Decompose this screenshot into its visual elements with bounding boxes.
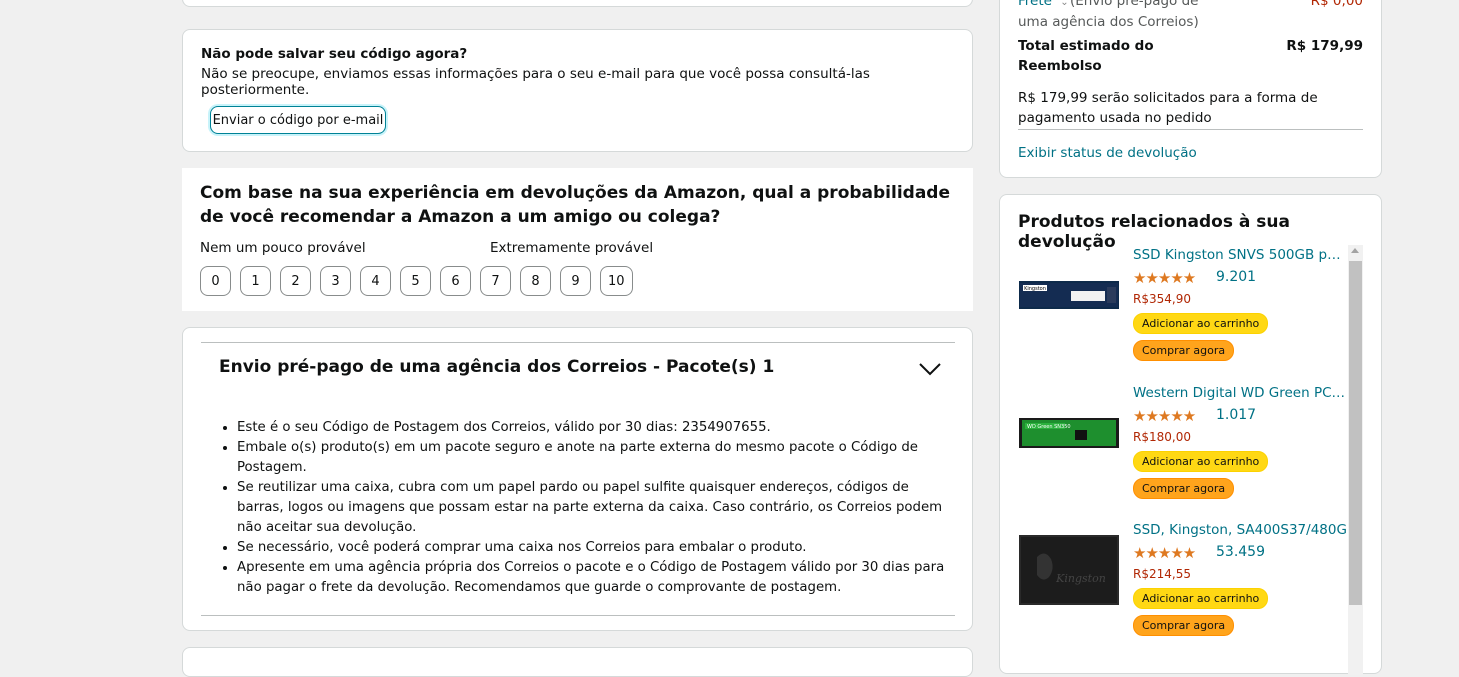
star-rating-icon: ★★★★★ bbox=[1133, 269, 1196, 287]
return-status-link[interactable]: Exibir status de devolução bbox=[1018, 145, 1197, 161]
previous-card bbox=[182, 0, 973, 7]
related-title: Produtos relacionados à sua devolução bbox=[1018, 212, 1290, 252]
refund-summary-card: Frete ⌄ (Envio pré-pago de uma agência d… bbox=[999, 0, 1382, 178]
instruction-item: Se necessário, você poderá comprar uma c… bbox=[237, 538, 957, 558]
refund-note-2: pagamento usada no pedido bbox=[1018, 110, 1212, 126]
score-6[interactable]: 6 bbox=[440, 266, 471, 296]
scrollbar-thumb[interactable] bbox=[1349, 261, 1362, 605]
score-3[interactable]: 3 bbox=[320, 266, 351, 296]
info-chevron-icon: ⌄ bbox=[1060, 0, 1069, 8]
score-9[interactable]: 9 bbox=[560, 266, 591, 296]
buy-now-button[interactable]: Comprar agora bbox=[1133, 478, 1235, 499]
total-label-2: Reembolso bbox=[1018, 58, 1102, 74]
related-product: Kingston SSD, Kingston, SA400S37/480G ★★… bbox=[1019, 522, 1349, 647]
product-title[interactable]: SSD Kingston SNVS 500GB padrão M.2 NVMe bbox=[1133, 247, 1347, 263]
product-price: R$180,00 bbox=[1133, 430, 1191, 444]
divider-bottom bbox=[201, 615, 955, 616]
svg-text:WD Green SN350: WD Green SN350 bbox=[1027, 424, 1071, 430]
add-to-cart-button[interactable]: Adicionar ao carrinho bbox=[1133, 313, 1269, 334]
review-count[interactable]: 53.459 bbox=[1216, 544, 1265, 560]
chevron-down-icon bbox=[918, 361, 942, 381]
refund-note-1: R$ 179,99 serão solicitados para a forma… bbox=[1018, 90, 1318, 106]
shipping-title: Envio pré-pago de uma agência dos Correi… bbox=[219, 357, 775, 377]
survey-high-label: Extremamente provável bbox=[490, 240, 654, 256]
shipping-label-text: Frete bbox=[1018, 0, 1052, 9]
related-products-card: Produtos relacionados à sua devolução Ki… bbox=[999, 194, 1382, 675]
shipping-accordion-header[interactable]: Envio pré-pago de uma agência dos Correi… bbox=[201, 343, 955, 393]
email-code-card: Não pode salvar seu código agora? Não se… bbox=[182, 29, 973, 152]
product-image[interactable]: WD Green SN350 bbox=[1019, 418, 1119, 448]
score-1[interactable]: 1 bbox=[240, 266, 271, 296]
instruction-item: Este é o seu Código de Postagem dos Corr… bbox=[237, 418, 957, 438]
total-label-1: Total estimado do bbox=[1018, 38, 1154, 54]
related-product: Kingston SSD Kingston SNVS 500GB padrão … bbox=[1019, 247, 1349, 372]
score-0[interactable]: 0 bbox=[200, 266, 231, 296]
buy-now-button[interactable]: Comprar agora bbox=[1133, 340, 1235, 361]
shipping-instructions-card: Envio pré-pago de uma agência dos Correi… bbox=[182, 327, 973, 631]
instruction-item: Embale o(s) produto(s) em um pacote segu… bbox=[237, 438, 957, 478]
add-to-cart-button[interactable]: Adicionar ao carrinho bbox=[1133, 451, 1269, 472]
star-rating-icon: ★★★★★ bbox=[1133, 544, 1196, 562]
total-value: R$ 179,99 bbox=[1286, 38, 1363, 54]
scrollbar[interactable] bbox=[1348, 245, 1363, 675]
scroll-up-icon[interactable] bbox=[1351, 248, 1359, 253]
review-count[interactable]: 1.017 bbox=[1216, 407, 1256, 423]
svg-text:Kingston: Kingston bbox=[1024, 286, 1046, 292]
survey-low-label: Nem um pouco provável bbox=[200, 240, 366, 256]
summary-divider bbox=[1018, 129, 1363, 130]
product-image[interactable]: Kingston bbox=[1019, 535, 1119, 605]
instruction-item: Apresente em uma agência própria dos Cor… bbox=[237, 558, 957, 598]
next-card bbox=[182, 647, 973, 677]
svg-text:Kingston: Kingston bbox=[1055, 572, 1106, 585]
score-10[interactable]: 10 bbox=[600, 266, 633, 296]
add-to-cart-button[interactable]: Adicionar ao carrinho bbox=[1133, 588, 1269, 609]
star-rating-icon: ★★★★★ bbox=[1133, 407, 1196, 425]
shipping-detail-2: uma agência dos Correios) bbox=[1018, 14, 1199, 30]
related-product: WD Green SN350 Western Digital WD Green … bbox=[1019, 385, 1349, 510]
email-card-title: Não pode salvar seu código agora? bbox=[201, 46, 468, 62]
score-7[interactable]: 7 bbox=[480, 266, 511, 296]
product-title[interactable]: SSD, Kingston, SA400S37/480G bbox=[1133, 522, 1347, 538]
product-title[interactable]: Western Digital WD Green PC SN350 480GB bbox=[1133, 385, 1347, 401]
shipping-value: R$ 0,00 bbox=[1310, 0, 1363, 9]
review-count[interactable]: 9.201 bbox=[1216, 269, 1256, 285]
email-card-text: Não se preocupe, enviamos essas informaç… bbox=[201, 66, 870, 98]
score-4[interactable]: 4 bbox=[360, 266, 391, 296]
score-2[interactable]: 2 bbox=[280, 266, 311, 296]
shipping-detail-1: (Envio pré-pago de bbox=[1070, 0, 1199, 9]
score-8[interactable]: 8 bbox=[520, 266, 551, 296]
shipping-instructions-list: Este é o seu Código de Postagem dos Corr… bbox=[219, 418, 957, 598]
buy-now-button[interactable]: Comprar agora bbox=[1133, 615, 1235, 636]
send-code-email-button[interactable]: Enviar o código por e-mail bbox=[210, 106, 386, 134]
score-options: 0 1 2 3 4 5 6 7 8 9 10 bbox=[200, 266, 633, 296]
survey-question: Com base na sua experiência em devoluçõe… bbox=[200, 183, 951, 227]
shipping-label: Frete ⌄ bbox=[1018, 0, 1069, 9]
product-price: R$354,90 bbox=[1133, 292, 1191, 306]
product-price: R$214,55 bbox=[1133, 567, 1191, 581]
product-image[interactable]: Kingston bbox=[1019, 281, 1119, 309]
instruction-item: Se reutilizar uma caixa, cubra com um pa… bbox=[237, 478, 957, 538]
nps-survey: Com base na sua experiência em devoluçõe… bbox=[182, 168, 973, 311]
score-5[interactable]: 5 bbox=[400, 266, 431, 296]
